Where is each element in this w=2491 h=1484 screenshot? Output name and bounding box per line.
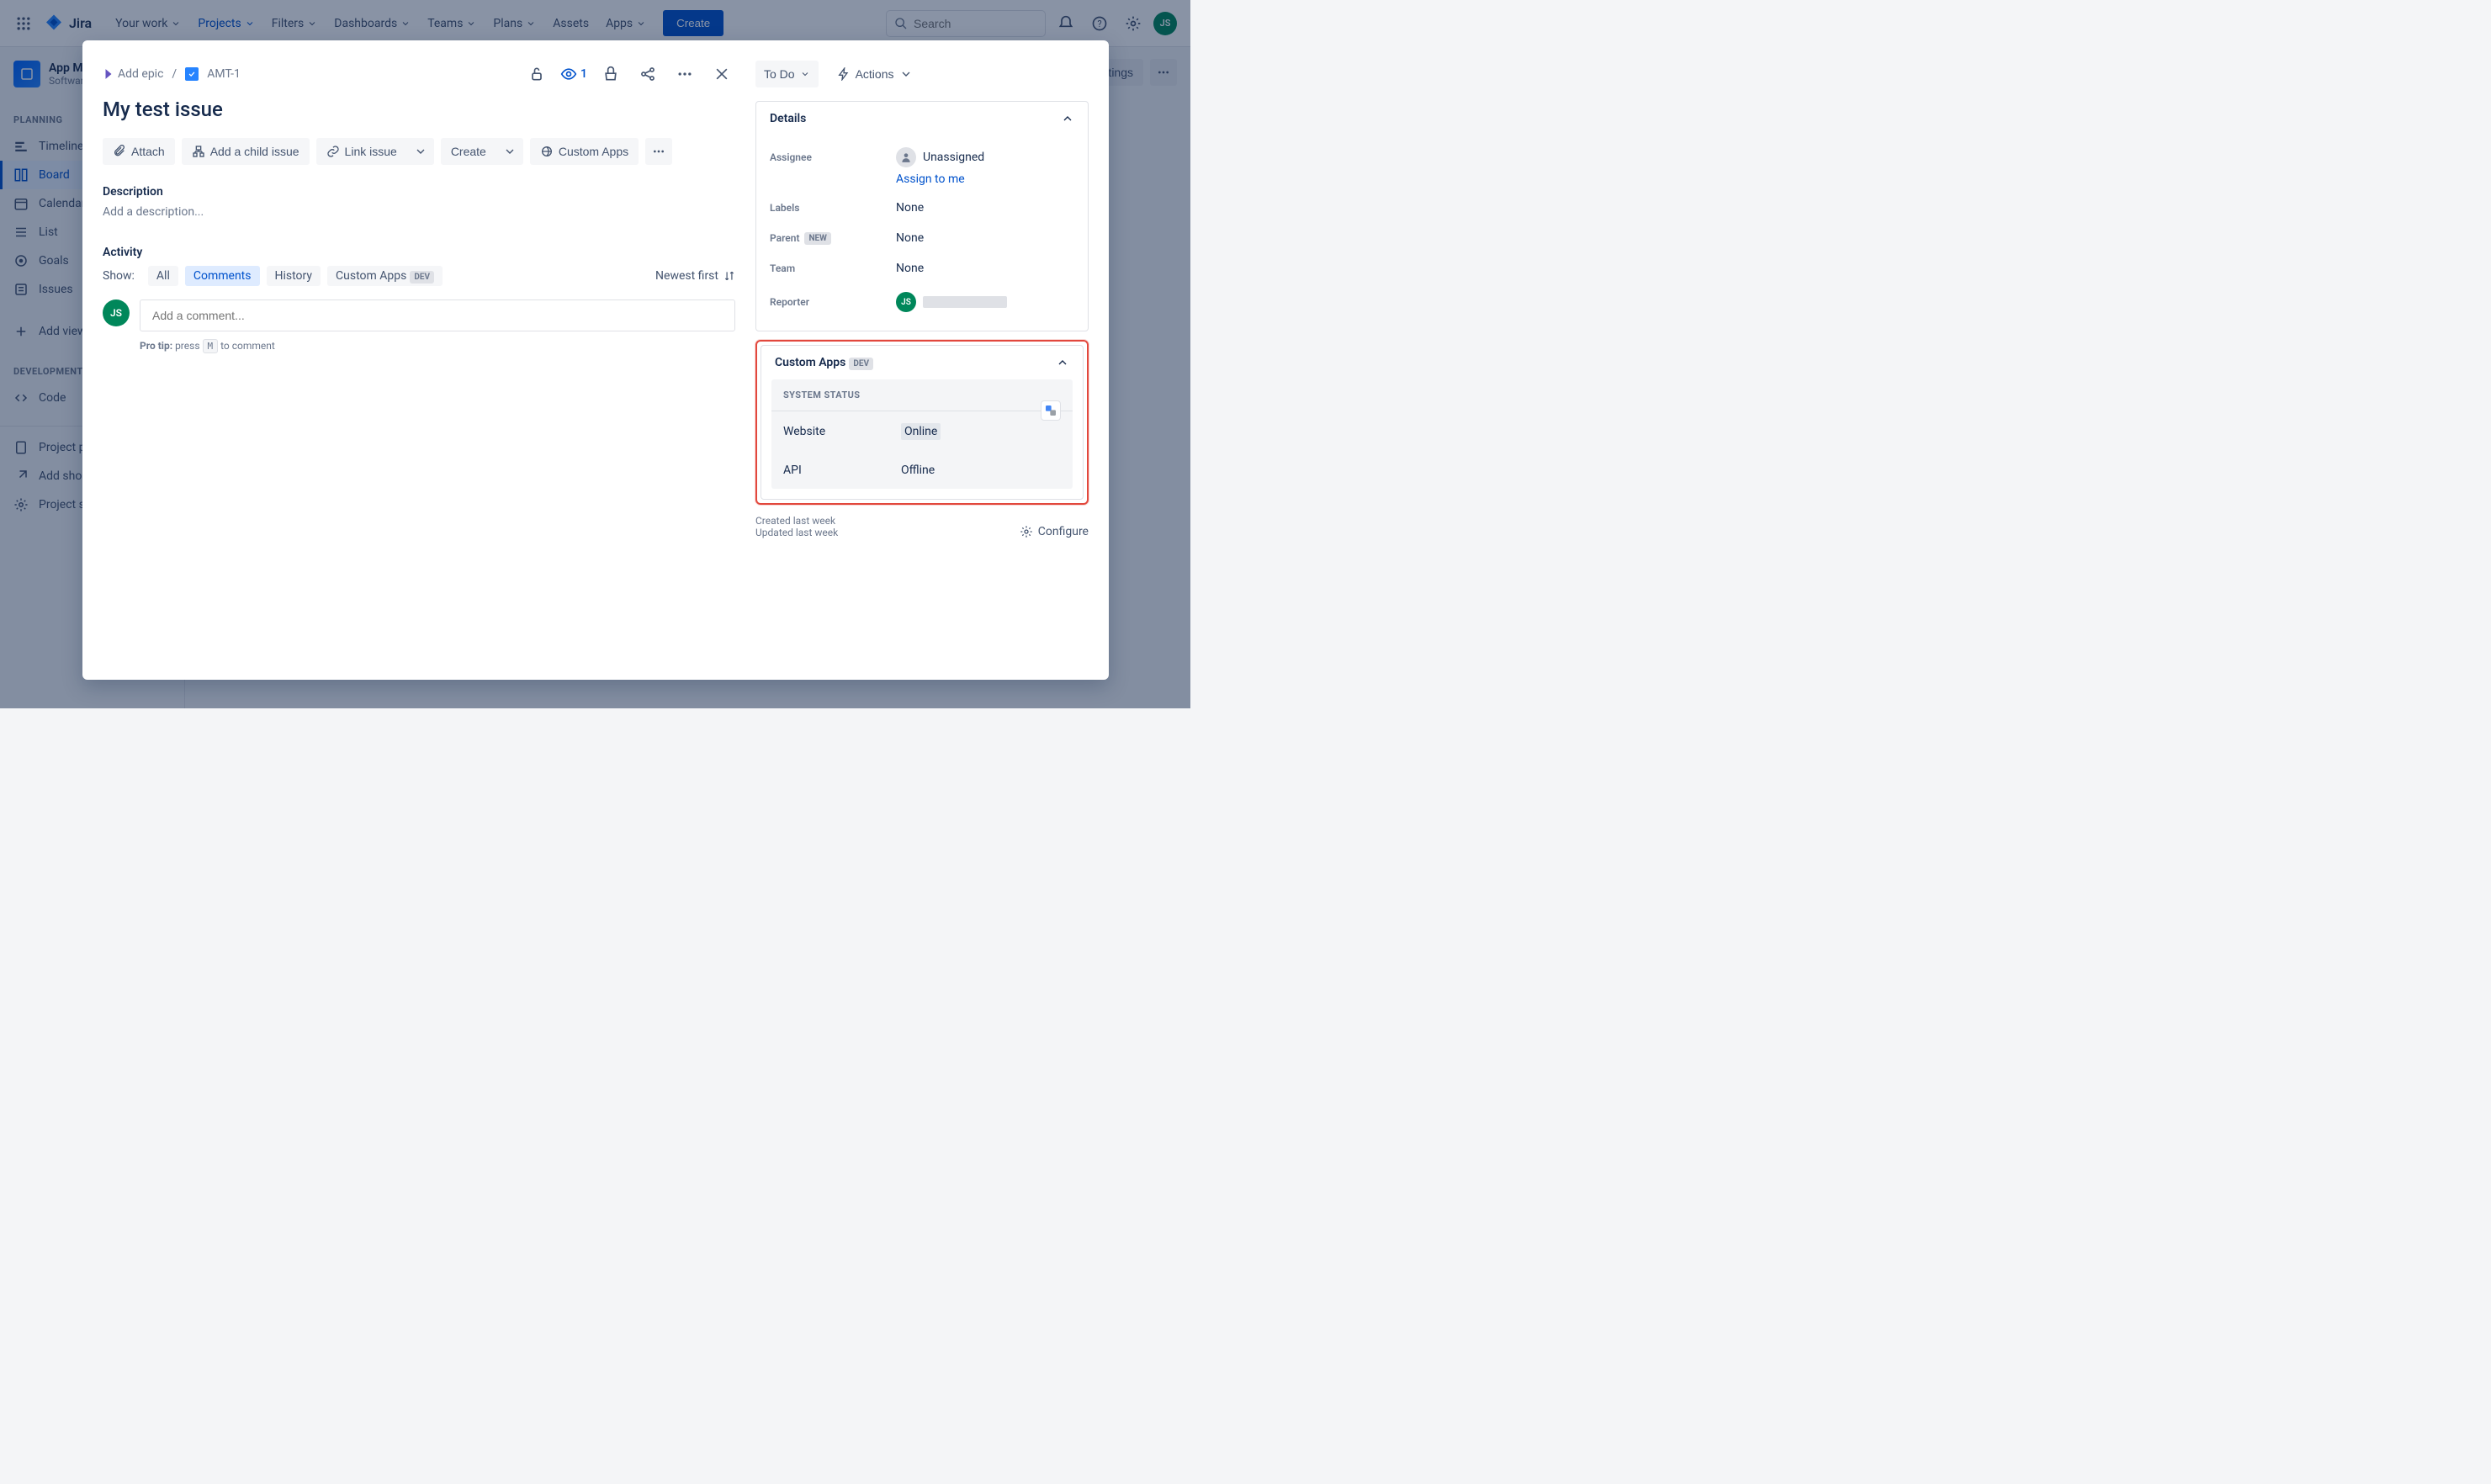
attach-button[interactable]: Attach [103, 138, 175, 165]
epic-icon [103, 68, 114, 80]
create-dropdown[interactable] [496, 138, 523, 165]
reporter-avatar: JS [896, 292, 916, 312]
link-issue-dropdown[interactable] [407, 138, 434, 165]
tab-custom-apps[interactable]: Custom AppsDEV [327, 266, 443, 286]
add-child-issue-button[interactable]: Add a child issue [182, 138, 310, 165]
dev-badge: DEV [849, 358, 873, 370]
sort-icon [723, 270, 735, 282]
issue-modal: Add epic / AMT-1 1 My test issue Attach … [82, 40, 1109, 680]
custom-apps-panel-highlighted: Custom AppsDEV SYSTEM STATUS Website Onl… [755, 340, 1089, 505]
more-icon [652, 145, 665, 158]
updated-timestamp: Updated last week [755, 527, 838, 538]
show-label: Show: [103, 269, 135, 283]
chevron-down-icon [414, 145, 427, 158]
details-panel: Details Assignee Unassigned Assign to me… [755, 101, 1089, 331]
attach-icon [113, 145, 126, 158]
modal-left: Add epic / AMT-1 1 My test issue Attach … [82, 40, 755, 680]
field-reporter[interactable]: Reporter JS [756, 284, 1088, 321]
modal-meta-footer: Created last week Updated last week Conf… [755, 515, 1089, 538]
create-subtask-button[interactable]: Create [441, 138, 496, 165]
unassigned-avatar-icon [896, 147, 916, 167]
chevron-down-icon [899, 67, 913, 81]
configure-button[interactable]: Configure [1020, 525, 1089, 538]
comment-row: JS [103, 299, 735, 331]
chevron-down-icon [503, 145, 517, 158]
activity-heading: Activity [103, 246, 735, 259]
status-row-api: API Offline [771, 452, 1073, 489]
link-issue-button[interactable]: Link issue [316, 138, 407, 165]
watch-button[interactable]: 1 [560, 66, 587, 82]
apps-icon [540, 145, 554, 158]
field-labels[interactable]: Labels None [756, 193, 1088, 223]
chevron-up-icon [1061, 112, 1074, 125]
field-team[interactable]: Team None [756, 253, 1088, 284]
more-actions-icon[interactable] [671, 61, 698, 87]
comment-input[interactable] [140, 299, 735, 331]
bolt-icon [837, 67, 851, 81]
more-actions-button[interactable] [645, 138, 672, 165]
system-status-heading: SYSTEM STATUS [771, 379, 1073, 411]
new-badge: NEW [804, 232, 830, 245]
system-status-card: SYSTEM STATUS Website Online API Offline [771, 379, 1073, 489]
eye-icon [560, 66, 577, 82]
field-parent[interactable]: ParentNEW None [756, 223, 1088, 253]
activity-tabs: Show: All Comments History Custom AppsDE… [103, 266, 735, 286]
details-panel-header[interactable]: Details [756, 102, 1088, 135]
reporter-name-redacted [923, 296, 1007, 308]
dev-badge: DEV [410, 271, 434, 284]
lock-icon[interactable] [523, 61, 550, 87]
custom-apps-button[interactable]: Custom Apps [530, 138, 639, 165]
issue-action-row: Attach Add a child issue Link issue Crea… [103, 138, 735, 165]
tab-all[interactable]: All [148, 266, 178, 286]
status-dropdown[interactable]: To Do [755, 61, 819, 87]
close-icon[interactable] [708, 61, 735, 87]
website-status-value: Online [901, 423, 941, 440]
task-type-icon [185, 67, 199, 81]
tab-comments[interactable]: Comments [185, 266, 260, 286]
custom-apps-panel-header[interactable]: Custom AppsDEV [761, 346, 1083, 379]
modal-top-actions: 1 [523, 61, 735, 87]
vote-icon[interactable] [597, 61, 624, 87]
chevron-down-icon [800, 69, 810, 79]
gear-icon [1020, 525, 1033, 538]
field-assignee[interactable]: Assignee Unassigned [756, 139, 1088, 176]
share-icon[interactable] [634, 61, 661, 87]
status-row: To Do Actions [755, 61, 1089, 87]
child-issue-icon [192, 145, 205, 158]
tab-history[interactable]: History [267, 266, 321, 286]
description-input[interactable]: Add a description... [103, 205, 735, 219]
created-timestamp: Created last week [755, 515, 838, 527]
chevron-up-icon [1056, 356, 1069, 369]
sort-button[interactable]: Newest first [655, 269, 735, 283]
issue-title[interactable]: My test issue [103, 98, 735, 121]
issue-key[interactable]: AMT-1 [207, 67, 241, 81]
description-heading: Description [103, 185, 735, 199]
status-row-website: Website Online [771, 411, 1073, 452]
actions-dropdown[interactable]: Actions [829, 61, 921, 87]
link-icon [326, 145, 340, 158]
modal-right: To Do Actions Details Assignee Unassigne… [755, 40, 1109, 680]
api-status-value: Offline [901, 464, 935, 477]
translate-icon[interactable] [1041, 400, 1061, 421]
assign-to-me-link[interactable]: Assign to me [896, 172, 1088, 186]
modal-breadcrumb: Add epic / AMT-1 1 [103, 61, 735, 87]
comment-avatar: JS [103, 299, 130, 326]
add-epic-button[interactable]: Add epic [103, 67, 163, 81]
comment-protip: Pro tip: press M to comment [140, 340, 735, 352]
